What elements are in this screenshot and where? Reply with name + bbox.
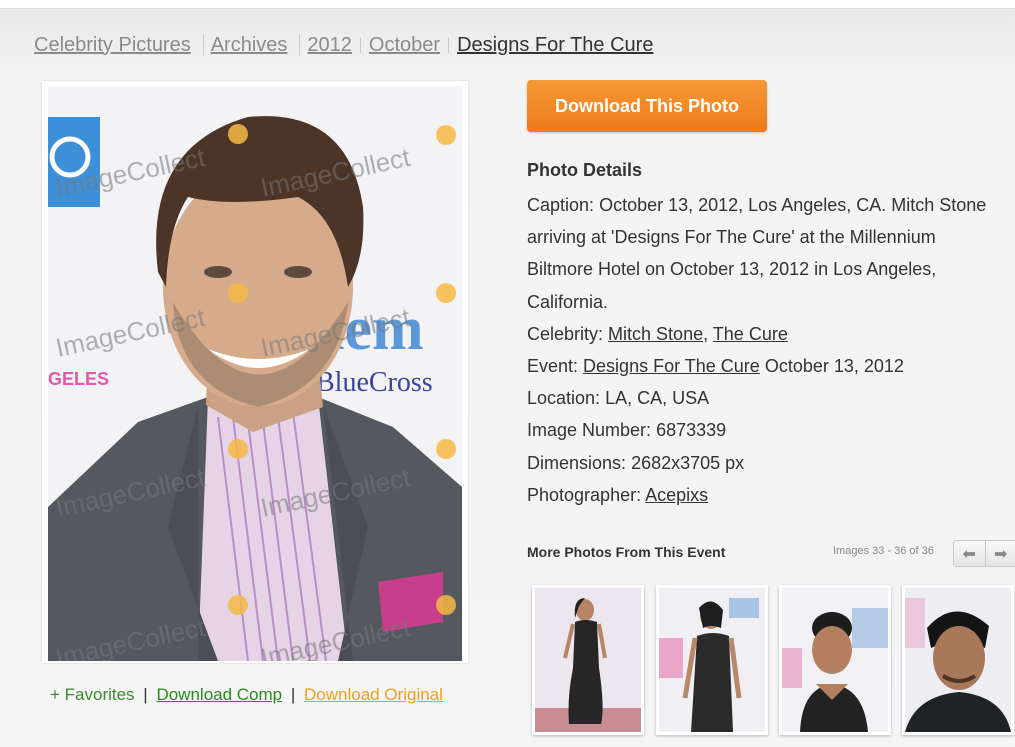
actions-divider: |: [291, 685, 295, 704]
breadcrumb-current-event[interactable]: Designs For The Cure: [457, 34, 653, 57]
caption-label: Caption:: [527, 195, 594, 215]
sign-text-geles: GELES: [48, 369, 109, 389]
photographer-label: Photographer:: [527, 485, 641, 505]
dimensions-value: 2682x3705 px: [631, 453, 744, 473]
event-link[interactable]: Designs For The Cure: [583, 356, 760, 376]
photo-details-heading: Photo Details: [527, 157, 997, 183]
event-date: October 13, 2012: [765, 356, 904, 376]
celebrity-row: Celebrity: Mitch Stone, The Cure: [527, 318, 997, 350]
celebrity-link-mitch-stone[interactable]: Mitch Stone: [608, 324, 703, 344]
thumbnail-image: [905, 588, 1011, 732]
thumbnail-image: [535, 588, 641, 732]
location-value: LA, CA, USA: [605, 388, 709, 408]
thumbnail[interactable]: [532, 585, 644, 735]
thumbnail[interactable]: [902, 585, 1014, 735]
breadcrumb-archives[interactable]: Archives: [211, 34, 288, 57]
caption-row: Caption: October 13, 2012, Los Angeles, …: [527, 189, 997, 318]
caption-text: October 13, 2012, Los Angeles, CA. Mitch…: [527, 195, 986, 312]
location-row: Location: LA, CA, USA: [527, 382, 997, 414]
celebrity-separator: ,: [703, 324, 708, 344]
add-favorites-link[interactable]: + Favorites: [50, 685, 135, 704]
page-background: Celebrity Pictures Archives 2012 October…: [0, 8, 1015, 747]
breadcrumb-divider: [203, 34, 204, 56]
photo-actions: + Favorites | Download Comp | Download O…: [50, 685, 443, 705]
thumbnail-image: [659, 588, 765, 732]
image-number-row: Image Number: 6873339: [527, 414, 997, 446]
celebrity-link-the-cure[interactable]: The Cure: [713, 324, 788, 344]
more-photos-count: Images 33 - 36 of 36: [833, 545, 934, 557]
image-number-value: 6873339: [656, 420, 726, 440]
download-photo-button[interactable]: Download This Photo: [527, 80, 767, 132]
arrow-left-icon[interactable]: ⬅: [954, 541, 985, 566]
breadcrumb-month[interactable]: October: [369, 34, 440, 57]
breadcrumb-divider: [448, 37, 449, 53]
dimensions-label: Dimensions:: [527, 453, 626, 473]
sign-text-bluecross: BlueCross: [316, 367, 433, 398]
breadcrumb: Celebrity Pictures Archives 2012 October…: [34, 31, 653, 59]
breadcrumb-year[interactable]: 2012: [307, 34, 352, 57]
breadcrumb-divider: [360, 37, 361, 53]
thumbnail-image: [782, 588, 888, 732]
main-photo-frame: hem BlueCross GELES: [42, 81, 468, 663]
thumbnail-pager: ⬅ ➡: [953, 540, 1015, 567]
actions-divider: |: [143, 685, 147, 704]
download-comp-link[interactable]: Download Comp: [156, 685, 282, 704]
image-number-label: Image Number:: [527, 420, 651, 440]
celebrity-label: Celebrity:: [527, 324, 603, 344]
main-photo[interactable]: hem BlueCross GELES: [48, 87, 462, 661]
event-label: Event:: [527, 356, 578, 376]
thumbnail[interactable]: [779, 585, 891, 735]
photographer-row: Photographer: Acepixs: [527, 479, 997, 511]
breadcrumb-divider: [299, 34, 300, 56]
dimensions-row: Dimensions: 2682x3705 px: [527, 447, 997, 479]
more-photos-title: More Photos From This Event: [527, 544, 725, 560]
event-row: Event: Designs For The Cure October 13, …: [527, 350, 997, 382]
breadcrumb-celebrity-pictures[interactable]: Celebrity Pictures: [34, 34, 191, 57]
photo-details: Photo Details Caption: October 13, 2012,…: [527, 157, 997, 511]
photographer-link[interactable]: Acepixs: [645, 485, 708, 505]
location-label: Location:: [527, 388, 600, 408]
arrow-right-icon[interactable]: ➡: [985, 541, 1015, 566]
download-original-link[interactable]: Download Original: [304, 685, 443, 704]
thumbnail[interactable]: [656, 585, 768, 735]
